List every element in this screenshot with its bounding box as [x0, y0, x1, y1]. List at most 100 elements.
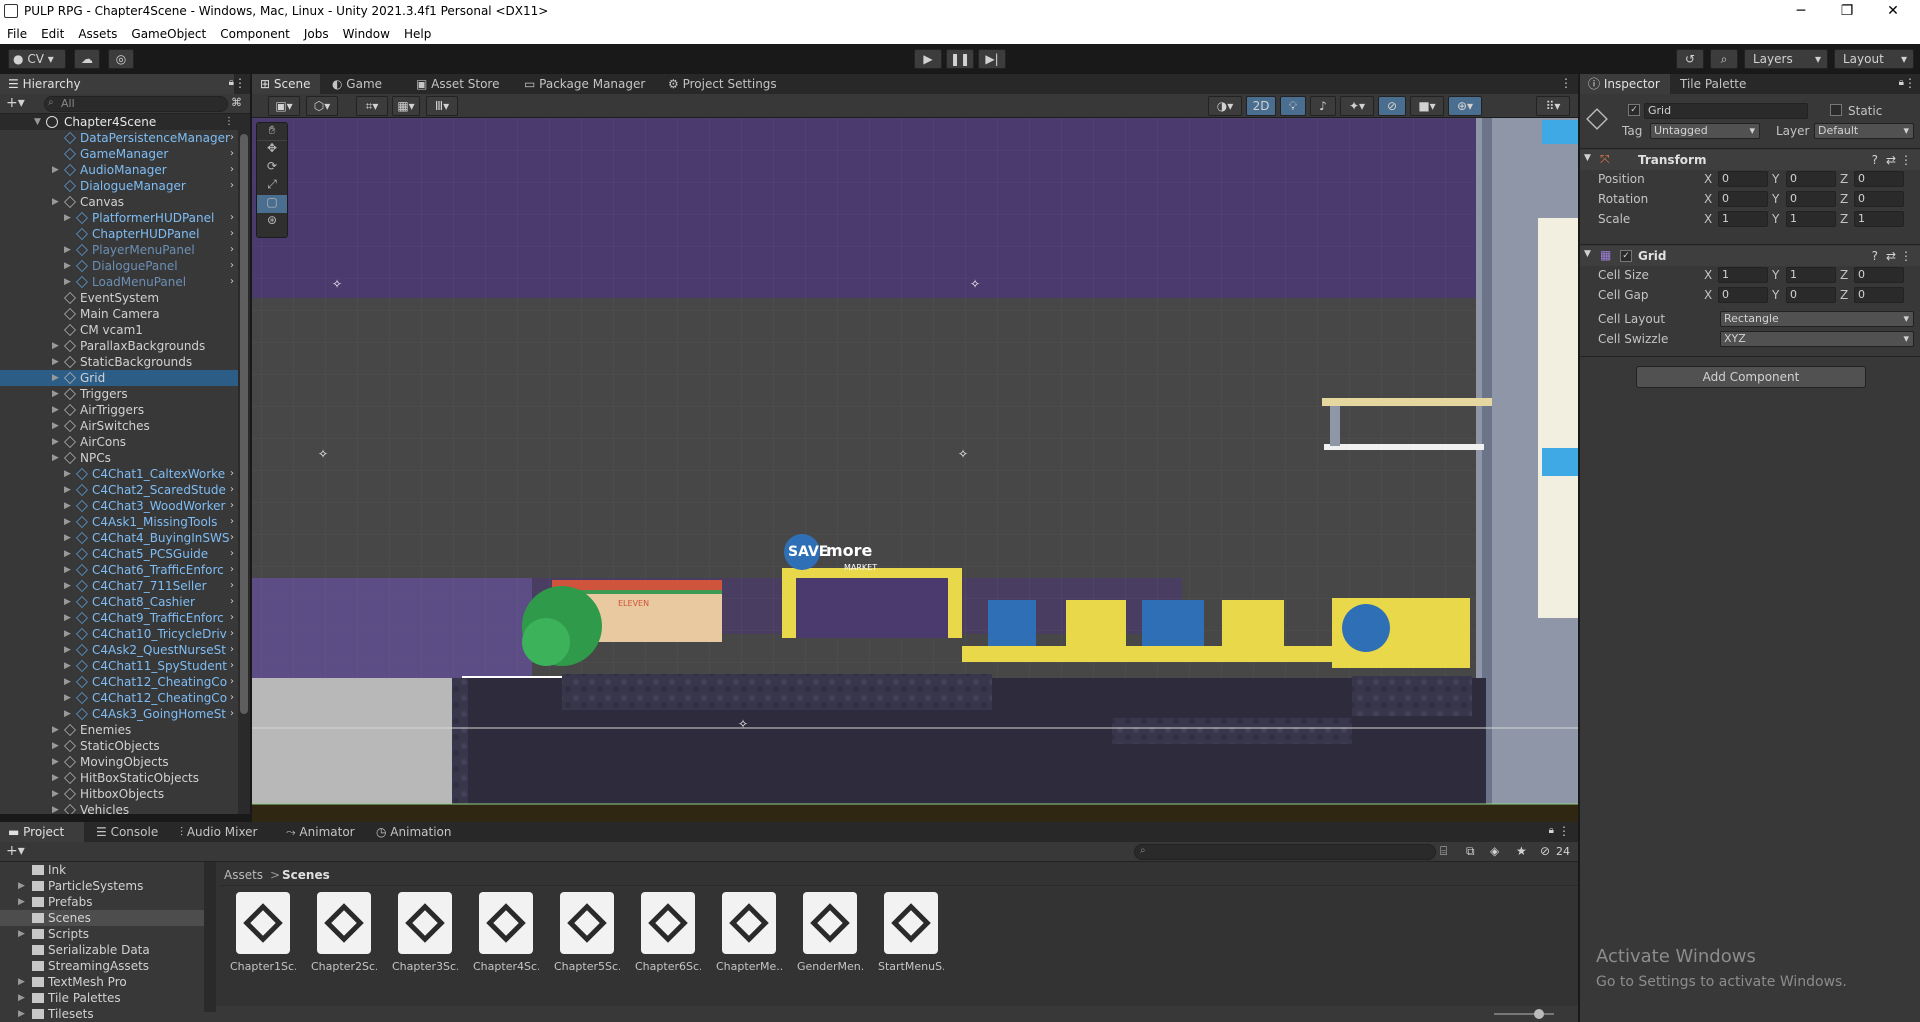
scene-root-row[interactable]: ▼ Chapter4Scene ⋮	[0, 114, 238, 130]
menu-edit[interactable]: Edit	[34, 24, 71, 44]
play-button[interactable]: ▶	[914, 49, 942, 69]
tab-package-manager[interactable]: ▭ Package Manager	[516, 74, 653, 94]
overlay-dropdown[interactable]: ⠿▾	[1536, 96, 1570, 116]
hierarchy-item[interactable]: ▶ Triggers	[0, 386, 238, 402]
expand-arrow-icon[interactable]: ▶	[52, 338, 62, 354]
expand-arrow-icon[interactable]: ▶	[64, 274, 74, 290]
hierarchy-item[interactable]: ▶ C4Chat11_SpyStudent ›	[0, 658, 238, 674]
cloud-icon[interactable]: ☁	[74, 49, 100, 69]
hierarchy-item[interactable]: ▶ DialoguePanel ›	[0, 258, 238, 274]
expand-arrow-icon[interactable]: ▶	[64, 546, 74, 562]
add-icon[interactable]: +▾	[6, 843, 25, 859]
expand-arrow-icon[interactable]: ▶	[64, 674, 74, 690]
expand-arrow-icon[interactable]: ▶	[52, 162, 62, 178]
expand-arrow-icon[interactable]: ▶	[18, 926, 28, 942]
tab-inspector[interactable]: ⓘ Inspector	[1580, 74, 1670, 94]
vector-field-y[interactable]: 0	[1786, 191, 1836, 207]
lock-icon[interactable]: 🔒︎	[1549, 825, 1554, 836]
hierarchy-item[interactable]: ▶ C4Chat6_TrafficEnforc ›	[0, 562, 238, 578]
hierarchy-item[interactable]: DialogueManager ›	[0, 178, 238, 194]
scene-asset-tile[interactable]: Chapter1Sc...	[230, 892, 296, 973]
expand-arrow-icon[interactable]: ▶	[18, 990, 28, 1006]
transform-header[interactable]: ▼ ⤧ Transform ? ⇄ ⋮	[1580, 150, 1920, 170]
expand-arrow-icon[interactable]: ▼	[1584, 153, 1591, 163]
folder-item[interactable]: Serializable Data	[0, 942, 204, 958]
help-icon[interactable]: ?	[1872, 249, 1878, 263]
chevron-right-icon[interactable]: ›	[230, 482, 234, 498]
expand-arrow-icon[interactable]: ▶	[52, 386, 62, 402]
hierarchy-item[interactable]: ▶ Grid	[0, 370, 238, 386]
folder-scrollbar[interactable]	[204, 862, 216, 1012]
vector-field-x[interactable]: 1	[1718, 211, 1768, 227]
expand-arrow-icon[interactable]: ▶	[52, 434, 62, 450]
vector-field-y[interactable]: 0	[1786, 171, 1836, 187]
expand-arrow-icon[interactable]: ▶	[64, 610, 74, 626]
hierarchy-item[interactable]: ▶ AirCons	[0, 434, 238, 450]
kebab-menu-icon[interactable]: ⋮	[1558, 824, 1570, 838]
kebab-menu-icon[interactable]: ⋮	[1904, 76, 1916, 90]
hierarchy-item[interactable]: DataPersistenceManager ›	[0, 130, 238, 146]
expand-arrow-icon[interactable]: ▶	[52, 194, 62, 210]
expand-arrow-icon[interactable]: ▶	[64, 530, 74, 546]
expand-arrow-icon[interactable]: ▶	[64, 626, 74, 642]
expand-arrow-icon[interactable]: ▶	[52, 786, 62, 802]
hierarchy-item[interactable]: ▶ C4Ask1_MissingTools ›	[0, 514, 238, 530]
chevron-right-icon[interactable]: ›	[230, 690, 234, 706]
hierarchy-item[interactable]: GameManager ›	[0, 146, 238, 162]
snap-dropdown[interactable]: ⌗▾	[356, 96, 388, 116]
cell-layout-dropdown[interactable]: Rectangle ▾	[1720, 311, 1914, 327]
expand-arrow-icon[interactable]: ▶	[64, 466, 74, 482]
hierarchy-item[interactable]: CM vcam1	[0, 322, 238, 338]
hierarchy-item[interactable]: ▶ C4Chat9_TrafficEnforc ›	[0, 610, 238, 626]
folder-item[interactable]: ▶ TextMesh Pro	[0, 974, 204, 990]
active-checkbox[interactable]: ✓	[1628, 104, 1640, 116]
scene-asset-tile[interactable]: StartMenuS...	[878, 892, 944, 973]
expand-arrow-icon[interactable]: ▶	[64, 258, 74, 274]
chevron-right-icon[interactable]: ›	[230, 514, 234, 530]
expand-arrow-icon[interactable]: ▶	[64, 210, 74, 226]
kebab-menu-icon[interactable]: ⋮	[1560, 76, 1572, 90]
help-icon[interactable]: ?	[1872, 153, 1878, 167]
tab-console[interactable]: ☰ Console	[88, 822, 166, 842]
vector-field-x[interactable]: 0	[1718, 287, 1768, 303]
layer-dropdown[interactable]: Default ▾	[1814, 123, 1914, 139]
chevron-right-icon[interactable]: ›	[230, 658, 234, 674]
hierarchy-item[interactable]: ▶ StaticObjects	[0, 738, 238, 754]
chevron-right-icon[interactable]: ›	[230, 594, 234, 610]
tab-animator[interactable]: ⤳ Animator	[278, 822, 363, 842]
static-checkbox[interactable]	[1830, 104, 1842, 116]
tab-hierarchy[interactable]: ☰ Hierarchy	[0, 74, 234, 94]
scene-asset-tile[interactable]: Chapter5Sc...	[554, 892, 620, 973]
2d-toggle-button[interactable]: 2D	[1246, 96, 1276, 116]
chevron-right-icon[interactable]: ›	[230, 642, 234, 658]
transform-tool-icon[interactable]: ⊛	[257, 213, 287, 231]
hand-tool-icon[interactable]: ✋︎	[257, 123, 287, 141]
expand-arrow-icon[interactable]: ▶	[18, 878, 28, 894]
hierarchy-item[interactable]: ▶ C4Chat10_TricycleDriv ›	[0, 626, 238, 642]
scale-tool-icon[interactable]: ⤢	[257, 177, 287, 195]
folder-item[interactable]: StreamingAssets	[0, 958, 204, 974]
gizmo-dropdown[interactable]: ⬡▾	[306, 96, 338, 116]
kebab-menu-icon[interactable]: ⋮	[1900, 249, 1912, 263]
vector-field-y[interactable]: 1	[1786, 267, 1836, 283]
minimize-button[interactable]: ─	[1778, 0, 1824, 24]
chevron-right-icon[interactable]: ›	[230, 706, 234, 722]
expand-arrow-icon[interactable]: ▶	[64, 514, 74, 530]
hierarchy-item[interactable]: ▶ AirTriggers	[0, 402, 238, 418]
tab-game[interactable]: ◐ Game	[324, 74, 390, 94]
grid-component-header[interactable]: ▼ ▦ ✓ Grid ? ⇄ ⋮	[1580, 246, 1920, 266]
hierarchy-item[interactable]: ▶ AirSwitches	[0, 418, 238, 434]
filter-icon[interactable]: ⧉	[1466, 844, 1475, 859]
chevron-right-icon[interactable]: ›	[230, 162, 234, 178]
expand-arrow-icon[interactable]: ▶	[64, 242, 74, 258]
tab-asset-store[interactable]: ▣ Asset Store	[408, 74, 508, 94]
hierarchy-item[interactable]: ▶ C4Chat3_WoodWorker ›	[0, 498, 238, 514]
tab-scene[interactable]: ⊞ Scene	[252, 74, 320, 94]
render-dropdown[interactable]: ◑▾	[1208, 96, 1242, 116]
step-button[interactable]: ▶|	[978, 49, 1006, 69]
expand-arrow-icon[interactable]: ▶	[18, 894, 28, 910]
chevron-right-icon[interactable]: ›	[230, 466, 234, 482]
hierarchy-scrollbar[interactable]	[238, 114, 250, 814]
vector-field-y[interactable]: 1	[1786, 211, 1836, 227]
audio-toggle-icon[interactable]: ♪	[1310, 96, 1336, 116]
